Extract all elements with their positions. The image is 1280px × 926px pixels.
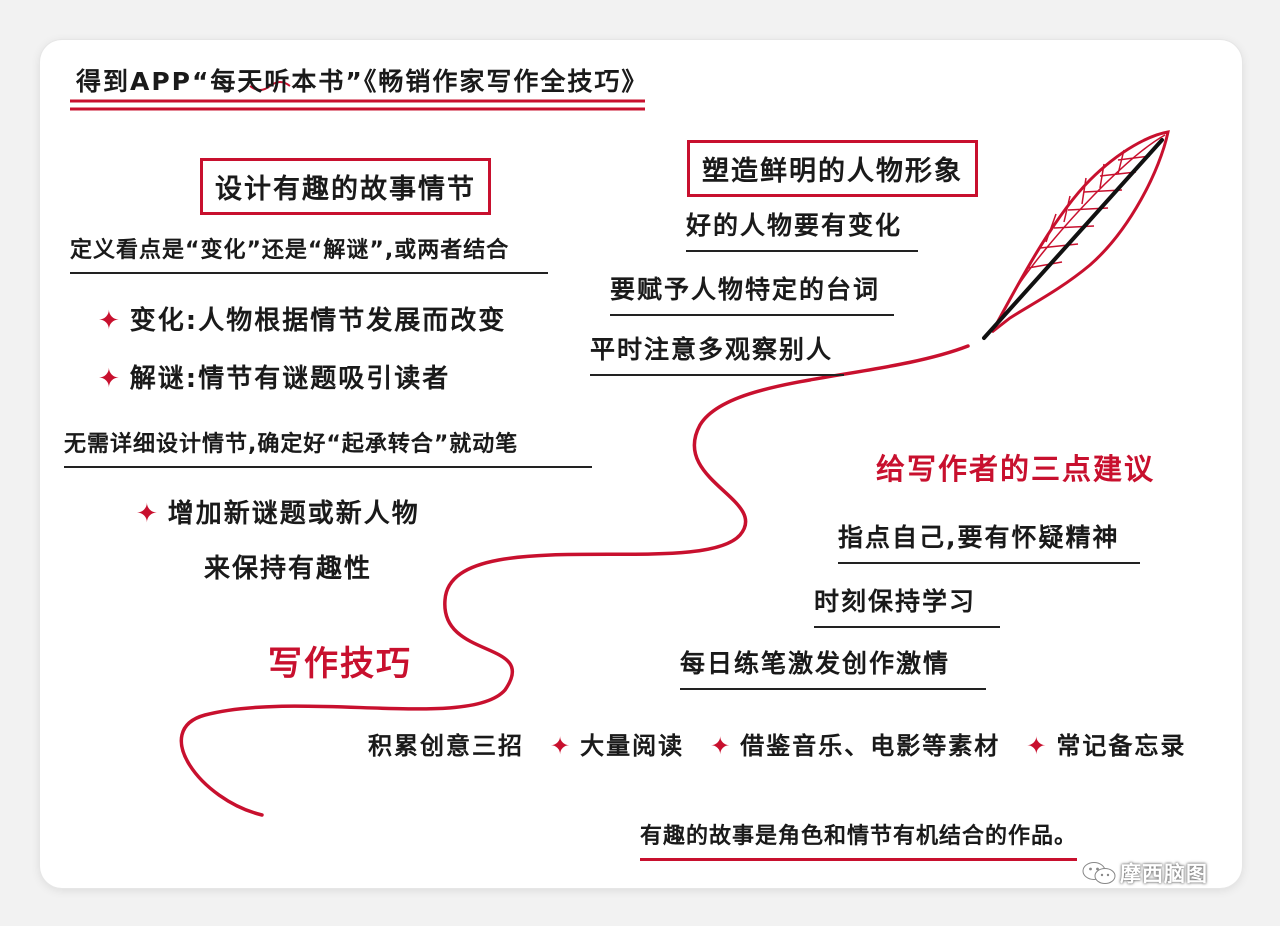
creativity-label: 积累创意三招 [368, 732, 524, 760]
sparkle-icon: ✦ [136, 499, 160, 529]
character-box: 塑造鲜明的人物形象 [687, 140, 978, 197]
character-item: 要赋予人物特定的台词 [610, 270, 894, 316]
character-item: 好的人物要有变化 [686, 206, 918, 252]
suggestion-item: 时刻保持学习 [814, 582, 1000, 628]
add-line-2: 来保持有趣性 [204, 554, 373, 584]
watermark: 摩西脑图 [1082, 858, 1208, 888]
point-change-text: 变化:人物根据情节发展而改变 [129, 306, 507, 336]
sparkle-icon: ✦ [550, 732, 573, 760]
creativity-item-text: 大量阅读 [580, 732, 685, 760]
suggestion-item: 每日练笔激发创作激情 [680, 644, 986, 690]
creativity-item: ✦ 大量阅读 [550, 726, 684, 761]
creativity-item: ✦ 常记备忘录 [1026, 726, 1186, 761]
no-need-line: 无需详细设计情节,确定好“起承转合”就动笔 [64, 426, 592, 468]
wechat-icon [1082, 862, 1116, 884]
point-mystery-text: 解谜:情节有谜题吸引读者 [129, 364, 451, 394]
character-item: 平时注意多观察别人 [590, 330, 844, 376]
add-line-1: 增加新谜题或新人物 [167, 499, 420, 529]
suggestions-title: 给写作者的三点建议 [876, 452, 1156, 486]
writing-skills-label: 写作技巧 [268, 644, 412, 684]
sparkle-icon: ✦ [98, 306, 122, 336]
sparkle-icon: ✦ [1026, 732, 1049, 760]
plot-design-box: 设计有趣的故事情节 [200, 158, 491, 215]
sparkle-icon: ✦ [710, 732, 733, 760]
creativity-item-text: 借鉴音乐、电影等素材 [740, 732, 1001, 760]
suggestion-item: 指点自己,要有怀疑精神 [838, 518, 1140, 564]
conclusion-line: 有趣的故事是角色和情节有机结合的作品。 [640, 818, 1078, 861]
creativity-item-text: 常记备忘录 [1056, 732, 1187, 760]
point-mystery: ✦ 解谜:情节有谜题吸引读者 [98, 358, 450, 395]
watermark-text: 摩西脑图 [1120, 862, 1208, 886]
point-change: ✦ 变化:人物根据情节发展而改变 [98, 300, 506, 337]
creativity-item: ✦ 借鉴音乐、电影等素材 [710, 726, 1000, 761]
creativity-row: 积累创意三招 ✦ 大量阅读 ✦ 借鉴音乐、电影等素材 ✦ 常记备忘录 [368, 726, 1186, 761]
page-title: 得到APP“每天听本书”《畅销作家写作全技巧》 [76, 67, 649, 96]
sparkle-icon: ✦ [98, 364, 122, 394]
definition-line: 定义看点是“变化”还是“解谜”,或两者结合 [70, 232, 548, 274]
feather-quill-icon [982, 130, 1170, 340]
add-suggestion: ✦ 增加新谜题或新人物 [136, 493, 420, 530]
